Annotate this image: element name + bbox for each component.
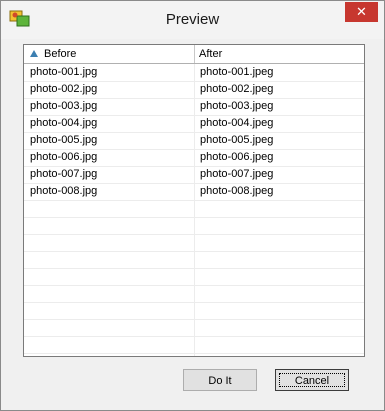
empty-row — [24, 217, 364, 235]
after-filename: photo-004.jpeg — [200, 117, 274, 129]
empty-row — [24, 251, 364, 269]
list-row[interactable]: photo-001.jpg photo-001.jpeg — [24, 64, 364, 82]
after-filename: photo-007.jpeg — [200, 168, 274, 180]
cancel-button[interactable]: Cancel — [275, 369, 349, 391]
list-row[interactable]: photo-002.jpg photo-002.jpeg — [24, 81, 364, 99]
list-row[interactable]: photo-008.jpg photo-008.jpeg — [24, 183, 364, 201]
column-header-before[interactable]: Before — [24, 45, 195, 63]
empty-row — [24, 200, 364, 218]
list-row[interactable]: photo-007.jpg photo-007.jpeg — [24, 166, 364, 184]
column-header-after[interactable]: After — [195, 45, 364, 63]
after-filename: photo-001.jpeg — [200, 66, 274, 78]
empty-row — [24, 268, 364, 286]
before-filename: photo-004.jpg — [30, 117, 98, 129]
before-filename: photo-007.jpg — [30, 168, 98, 180]
after-filename: photo-005.jpeg — [200, 134, 274, 146]
title-bar[interactable]: Preview ✕ — [1, 1, 384, 39]
after-filename: photo-002.jpeg — [200, 83, 274, 95]
list-row[interactable]: photo-006.jpg photo-006.jpeg — [24, 149, 364, 167]
after-filename: photo-006.jpeg — [200, 151, 274, 163]
empty-row — [24, 336, 364, 354]
preview-dialog: Preview ✕ Before After photo-001.jpg pho… — [0, 0, 385, 411]
before-filename: photo-003.jpg — [30, 100, 98, 112]
after-filename: photo-003.jpeg — [200, 100, 274, 112]
close-icon: ✕ — [356, 4, 367, 19]
dialog-body: Before After photo-001.jpg photo-001.jpe… — [8, 39, 377, 403]
close-button[interactable]: ✕ — [345, 2, 378, 22]
sort-ascending-icon — [30, 50, 38, 57]
empty-row — [24, 302, 364, 320]
before-filename: photo-006.jpg — [30, 151, 98, 163]
column-label: Before — [44, 48, 77, 60]
window-title: Preview — [165, 11, 220, 28]
list-rows: photo-001.jpg photo-001.jpeg photo-002.j… — [24, 64, 364, 356]
list-header: Before After — [24, 45, 364, 64]
before-filename: photo-005.jpg — [30, 134, 98, 146]
before-filename: photo-002.jpg — [30, 83, 98, 95]
empty-row — [24, 319, 364, 337]
before-filename: photo-001.jpg — [30, 66, 98, 78]
empty-row — [24, 234, 364, 252]
before-filename: photo-008.jpg — [30, 185, 98, 197]
empty-row — [24, 285, 364, 303]
column-label: After — [199, 48, 223, 60]
preview-list[interactable]: Before After photo-001.jpg photo-001.jpe… — [23, 44, 365, 357]
list-row[interactable]: photo-004.jpg photo-004.jpeg — [24, 115, 364, 133]
focus-rectangle — [279, 373, 345, 387]
after-filename: photo-008.jpeg — [200, 185, 274, 197]
do-it-button[interactable]: Do It — [183, 369, 257, 391]
list-row[interactable]: photo-003.jpg photo-003.jpeg — [24, 98, 364, 116]
list-row[interactable]: photo-005.jpg photo-005.jpeg — [24, 132, 364, 150]
